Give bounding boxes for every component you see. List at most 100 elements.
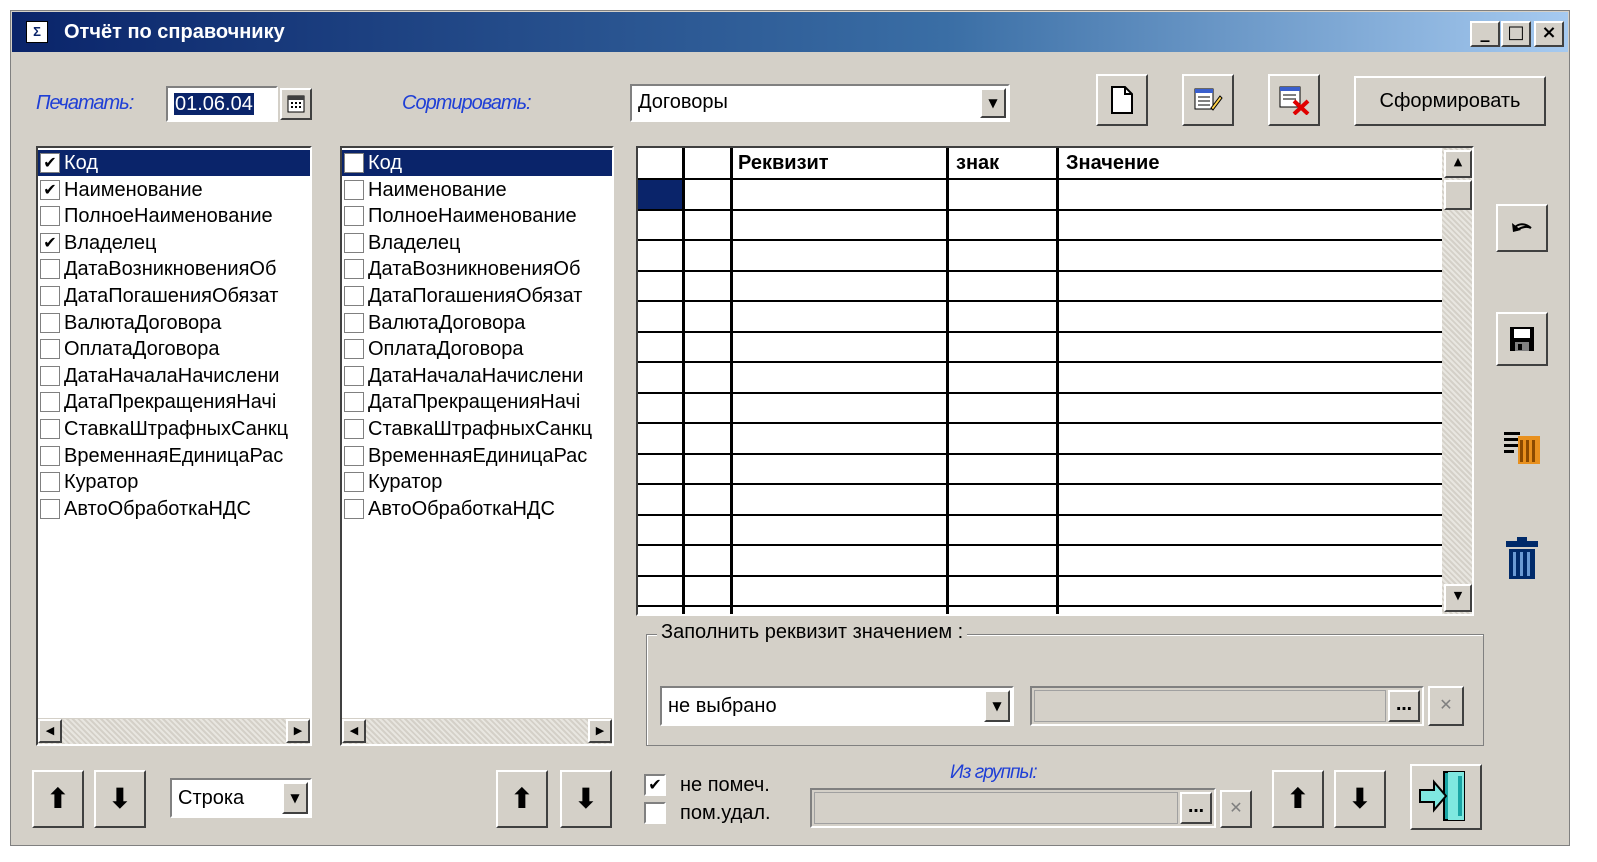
new-button[interactable] [1096,74,1148,126]
list-item-checkbox[interactable] [344,392,364,413]
table-edit-button[interactable] [1496,420,1548,476]
grid-header-col2[interactable] [684,148,730,178]
row-type-combo[interactable]: Строка ▼ [170,778,312,818]
scroll-left-icon[interactable]: ◀ [342,719,366,743]
list-item-checkbox[interactable] [40,339,60,360]
grid-current-cell[interactable] [638,180,682,210]
list-item-checkbox[interactable] [40,472,60,493]
scroll-down-icon[interactable]: ▼ [1444,584,1472,612]
grid-vscroll[interactable]: ▲ ▼ [1442,148,1472,614]
list-item[interactable]: ДатаПрекращенияНачі [342,389,612,415]
left-hscroll[interactable]: ◀ ▶ [38,718,310,744]
grid-header-col1[interactable] [638,148,684,178]
list-item[interactable]: ВалютаДоговора [38,310,310,336]
list-item-checkbox[interactable] [344,259,364,280]
list-item[interactable]: АвтоОбработкаНДС [342,496,612,522]
delete-list-button[interactable] [1268,74,1320,126]
title-bar[interactable]: Σ Отчёт по справочнику _ □ × [12,12,1568,52]
list-item-checkbox[interactable] [344,472,364,493]
minimize-button[interactable]: _ [1470,21,1500,47]
list-item[interactable]: ДатаВозникновенияОб [38,256,310,282]
ellipsis-icon[interactable]: … [1388,690,1420,722]
list-item[interactable]: ✔ Наименование [38,177,310,203]
grid-header-value[interactable]: Значение [1060,148,1440,178]
maximize-button[interactable]: □ [1501,21,1531,47]
move-down-button[interactable]: ⬇ [94,770,146,828]
list-item-checkbox[interactable] [344,445,364,466]
list-item-checkbox[interactable] [40,365,60,386]
sort-down-button[interactable]: ⬇ [560,770,612,828]
list-item[interactable]: ДатаНачалаНачислени [38,363,310,389]
list-item[interactable]: ДатаПогашенияОбязат [38,283,310,309]
list-item-checkbox[interactable] [40,286,60,306]
sort-combo[interactable]: Договоры ▼ [630,84,1010,122]
list-item-checkbox[interactable] [344,232,364,253]
list-item[interactable]: ОплатаДоговора [38,336,310,362]
scroll-right-icon[interactable]: ▶ [286,719,310,743]
fill-value-combo[interactable]: не выбрано ▼ [660,686,1014,726]
scroll-up-icon[interactable]: ▲ [1444,150,1472,178]
ellipsis-icon[interactable]: … [1180,792,1212,824]
list-item[interactable]: ДатаПогашенияОбязат [342,283,612,309]
list-item[interactable]: ✔ Владелец [38,230,310,256]
save-button[interactable] [1496,312,1548,366]
list-item[interactable]: ОплатаДоговора [342,336,612,362]
list-item[interactable]: Код [342,150,612,176]
trash-button[interactable] [1496,530,1548,588]
not-marked-checkbox[interactable]: ✔ [644,774,666,796]
list-item[interactable]: Куратор [342,469,612,495]
generate-button[interactable]: Сформировать [1354,76,1546,126]
list-item-checkbox[interactable] [344,498,364,519]
list-item-checkbox[interactable] [40,445,60,466]
print-date-field[interactable]: 01.06.04 [166,86,278,122]
sort-up-button[interactable]: ⬆ [496,770,548,828]
list-item[interactable]: Наименование [342,177,612,203]
scroll-thumb[interactable] [1444,180,1472,210]
list-item[interactable]: АвтоОбработкаНДС [38,496,310,522]
scroll-left-icon[interactable]: ◀ [38,719,62,743]
chevron-down-icon[interactable]: ▼ [282,782,308,814]
grid-header-sign[interactable]: знак [950,148,1058,178]
list-item[interactable]: Куратор [38,469,310,495]
list-item-checkbox[interactable] [344,153,364,173]
scroll-right-icon[interactable]: ▶ [588,719,612,743]
group-up-button[interactable]: ⬆ [1272,770,1324,828]
condition-grid[interactable]: Реквизит знак Значение ▲ ▼ [636,146,1474,616]
list-item[interactable]: ДатаВозникновенияОб [342,256,612,282]
list-item-checkbox[interactable] [344,286,364,306]
list-item-checkbox[interactable]: ✔ [40,232,60,253]
list-item[interactable]: ВалютаДоговора [342,310,612,336]
group-down-button[interactable]: ⬇ [1334,770,1386,828]
move-up-button[interactable]: ⬆ [32,770,84,828]
list-item[interactable]: ДатаПрекращенияНачі [38,389,310,415]
grid-header-requisite[interactable]: Реквизит [732,148,948,178]
list-item[interactable]: СтавкаШтрафныхСанкц [342,416,612,442]
list-item[interactable]: ✔ Код [38,150,310,176]
clear-icon[interactable]: ✕ [1220,790,1252,828]
list-item[interactable]: ВременнаяЕдиницаРас [342,443,612,469]
chevron-down-icon[interactable]: ▼ [980,88,1006,118]
list-item-checkbox[interactable] [40,259,60,280]
clear-icon[interactable]: ✕ [1428,686,1464,726]
list-item-checkbox[interactable] [40,312,60,333]
list-item-checkbox[interactable] [40,392,60,413]
edit-button[interactable] [1182,74,1234,126]
list-item-checkbox[interactable] [344,312,364,333]
list-item-checkbox[interactable] [40,419,60,439]
list-item[interactable]: ПолноеНаименование [38,203,310,229]
right-sort-list[interactable]: Код Наименование ПолноеНаименование Владеле… [340,146,614,746]
list-item[interactable]: СтавкаШтрафныхСанкц [38,416,310,442]
exit-button[interactable] [1410,764,1482,830]
list-item-checkbox[interactable]: ✔ [40,153,60,173]
list-item-checkbox[interactable] [344,365,364,386]
list-item-checkbox[interactable] [344,339,364,360]
list-item[interactable]: Владелец [342,230,612,256]
list-item-checkbox[interactable]: ✔ [40,179,60,200]
list-item-checkbox[interactable] [40,498,60,519]
calendar-button[interactable] [280,88,312,120]
list-item-checkbox[interactable] [344,419,364,439]
list-item-checkbox[interactable] [344,206,364,227]
list-item[interactable]: ВременнаяЕдиницаРас [38,443,310,469]
close-button[interactable]: × [1534,21,1564,47]
marked-deleted-checkbox[interactable] [644,802,666,824]
